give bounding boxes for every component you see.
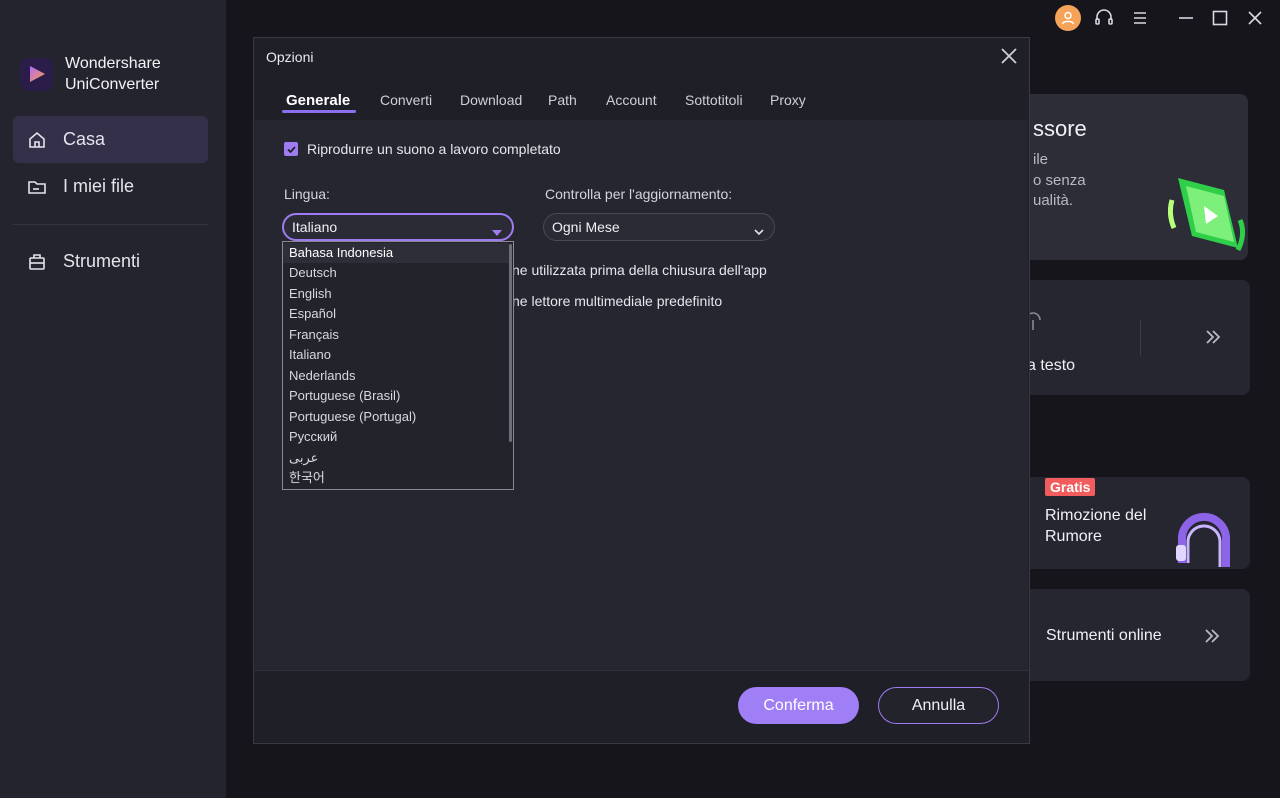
- folder-icon: [25, 175, 49, 199]
- update-select-value: Ogni Mese: [552, 219, 620, 235]
- language-option[interactable]: عربى: [283, 448, 509, 468]
- language-option[interactable]: Portuguese (Portugal): [283, 407, 509, 427]
- language-option[interactable]: Français: [283, 325, 509, 345]
- compressor-illustration-icon: [1167, 170, 1248, 263]
- cancel-button[interactable]: Annulla: [878, 687, 999, 724]
- tab-download[interactable]: Download: [460, 92, 522, 116]
- language-select[interactable]: Italiano: [282, 213, 514, 241]
- card-divider: [1140, 320, 1141, 356]
- chevron-down-icon: [754, 223, 764, 239]
- close-dialog-icon[interactable]: [999, 46, 1019, 66]
- options-tabs: Generale Converti Download Path Account …: [254, 86, 1029, 120]
- dialog-footer-divider: [254, 670, 1029, 671]
- double-chevron-right-icon[interactable]: [1203, 627, 1221, 650]
- double-chevron-right-icon[interactable]: [1204, 328, 1222, 351]
- language-option[interactable]: Italiano: [283, 345, 509, 365]
- user-avatar-icon[interactable]: [1055, 5, 1081, 31]
- noise-removal-line1: Rimozione del: [1045, 507, 1147, 524]
- sound-checkbox-label: Riprodurre un suono a lavoro completato: [307, 141, 561, 157]
- tab-proxy[interactable]: Proxy: [770, 92, 806, 116]
- menu-icon[interactable]: [1127, 5, 1153, 31]
- compressor-desc-line3: ualità.: [1033, 192, 1074, 209]
- sidebar: Wondershare UniConverter Casa I miei fil…: [0, 0, 226, 798]
- language-option[interactable]: Español: [283, 304, 509, 324]
- sidebar-item-tools[interactable]: Strumenti: [13, 238, 208, 285]
- brand-name: Wondershare UniConverter: [65, 53, 161, 95]
- language-label: Lingua:: [284, 186, 330, 202]
- noise-removal-line2: Rumore: [1045, 528, 1102, 545]
- online-tools-card[interactable]: Strumenti online: [1020, 589, 1250, 681]
- close-window-icon[interactable]: [1242, 5, 1268, 31]
- language-option[interactable]: Bahasa Indonesia: [283, 243, 509, 263]
- maximize-icon[interactable]: [1207, 5, 1233, 31]
- toolbox-icon: [25, 250, 49, 274]
- default-player-option: ne lettore multimediale predefinito: [512, 293, 723, 309]
- support-headset-icon[interactable]: [1091, 5, 1117, 31]
- tab-converti[interactable]: Converti: [380, 92, 432, 116]
- language-dropdown-list: Bahasa Indonesia Deutsch English Español…: [282, 241, 514, 490]
- brand-line2: UniConverter: [65, 76, 160, 93]
- speech-to-text-label: a testo: [1027, 357, 1076, 374]
- noise-removal-card[interactable]: Gratis Rimozione del Rumore: [1020, 477, 1250, 569]
- compressor-title: ssore: [1033, 116, 1087, 141]
- sidebar-item-label: Strumenti: [63, 251, 141, 271]
- chevron-down-icon: [492, 224, 502, 240]
- active-tab-indicator: [282, 110, 356, 113]
- tab-account[interactable]: Account: [606, 92, 657, 116]
- sidebar-divider: [13, 224, 208, 225]
- language-select-value: Italiano: [292, 219, 338, 235]
- online-tools-label: Strumenti online: [1046, 627, 1162, 644]
- compressor-desc-line2: o senza: [1033, 172, 1086, 189]
- compressor-desc-line1: ile: [1033, 151, 1049, 168]
- speech-to-text-card[interactable]: a testo: [1020, 280, 1250, 395]
- language-option[interactable]: Deutsch: [283, 263, 509, 283]
- sidebar-item-label: I miei file: [63, 176, 135, 196]
- headphones-illustration-icon: [1170, 507, 1234, 574]
- compressor-card[interactable]: ssore ile o senza ualità.: [1020, 94, 1248, 260]
- dropdown-scrollbar[interactable]: [509, 244, 512, 442]
- language-option[interactable]: Русский: [283, 427, 509, 447]
- home-icon: [25, 128, 49, 152]
- brand-line1: Wondershare: [65, 55, 161, 72]
- brand: Wondershare UniConverter: [20, 53, 161, 95]
- update-frequency-select[interactable]: Ogni Mese: [543, 213, 775, 241]
- tab-path[interactable]: Path: [548, 92, 577, 116]
- free-badge: Gratis: [1045, 478, 1096, 496]
- dialog-title: Opzioni: [266, 49, 314, 65]
- minimize-icon[interactable]: [1173, 5, 1199, 31]
- update-label: Controlla per l'aggiornamento:: [545, 186, 733, 202]
- language-option[interactable]: 한국어: [283, 468, 509, 488]
- language-option[interactable]: English: [283, 284, 509, 304]
- options-dialog: Opzioni Generale Converti Download Path …: [253, 37, 1030, 744]
- sidebar-item-label: Casa: [63, 129, 106, 149]
- sidebar-item-casa[interactable]: Casa: [13, 116, 208, 163]
- language-option[interactable]: Portuguese (Brasil): [283, 386, 509, 406]
- restore-last-used-option: ne utilizzata prima della chiusura dell'…: [512, 262, 767, 278]
- tab-sottotitoli[interactable]: Sottotitoli: [685, 92, 743, 116]
- sidebar-item-my-files[interactable]: I miei file: [13, 163, 208, 210]
- uniconverter-logo-icon: [20, 57, 53, 91]
- language-option[interactable]: Nederlands: [283, 366, 509, 386]
- sound-checkbox[interactable]: [284, 142, 298, 156]
- confirm-button[interactable]: Conferma: [738, 687, 859, 724]
